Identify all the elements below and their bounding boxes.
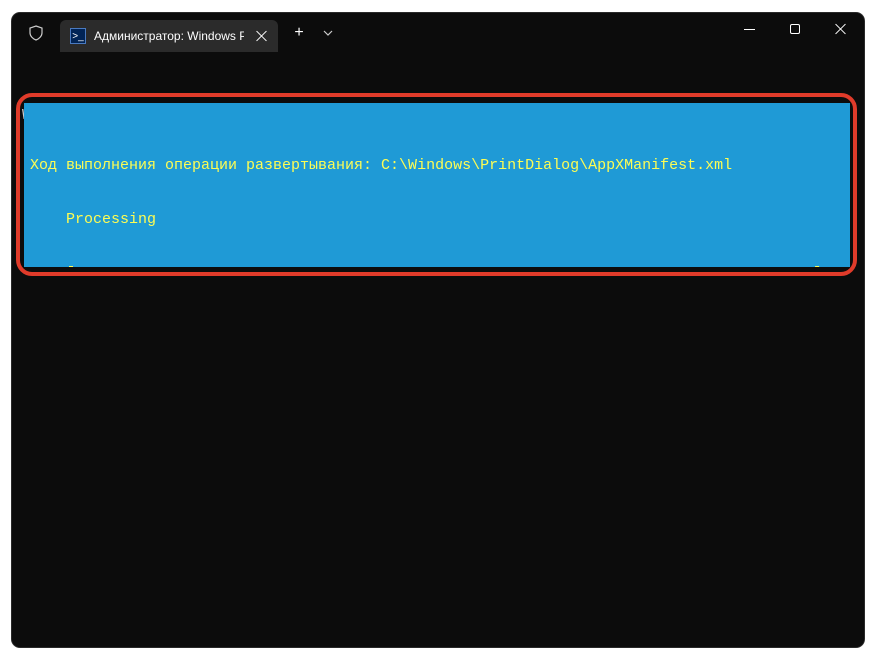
progress-line: Ход выполнения операции развертывания: C…	[30, 157, 844, 175]
powershell-icon-glyph: >_	[72, 31, 83, 42]
new-tab-button[interactable]: +	[284, 18, 314, 48]
titlebar: >_ Администратор: Windows Po +	[12, 13, 864, 53]
admin-shield-area	[12, 13, 60, 53]
tab-dropdown-button[interactable]	[314, 18, 342, 48]
progress-panel: Ход выполнения операции развертывания: C…	[24, 103, 850, 267]
chevron-down-icon	[323, 30, 333, 36]
window-controls	[726, 13, 864, 45]
active-tab[interactable]: >_ Администратор: Windows Po	[60, 20, 278, 52]
maximize-icon	[790, 24, 800, 34]
progress-line: Processing	[30, 211, 844, 229]
minimize-icon	[744, 29, 755, 30]
close-icon	[256, 30, 268, 42]
plus-icon: +	[294, 24, 303, 42]
progress-bar-line: [ooooooooooooooooooooooooooooooooooooooo…	[30, 265, 844, 267]
minimize-button[interactable]	[726, 13, 772, 45]
close-window-button[interactable]	[818, 13, 864, 45]
shield-icon	[28, 25, 44, 41]
tab-close-button[interactable]	[252, 26, 272, 46]
app-window: >_ Администратор: Windows Po +	[12, 13, 864, 647]
powershell-icon: >_	[70, 28, 86, 44]
close-icon	[835, 23, 847, 35]
maximize-button[interactable]	[772, 13, 818, 45]
tab-title: Администратор: Windows Po	[94, 29, 244, 43]
